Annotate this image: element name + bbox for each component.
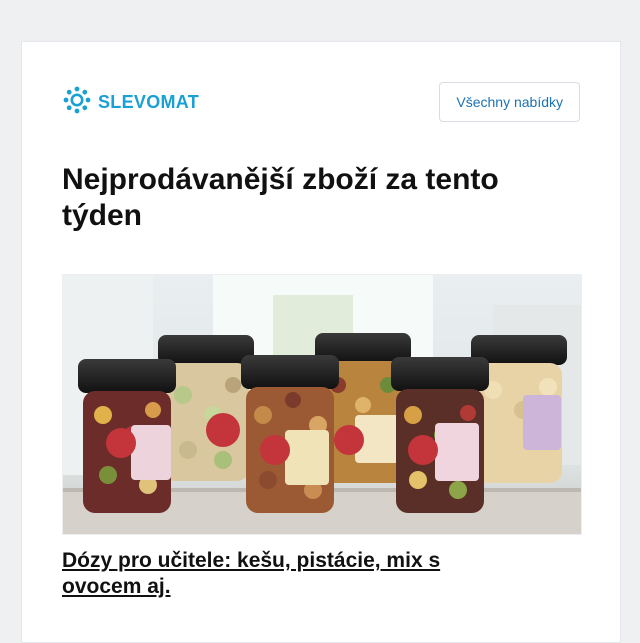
page-title: Nejprodávanější zboží za tento týden [62, 163, 499, 232]
product-image[interactable] [62, 274, 582, 535]
product-title-link[interactable]: Dózy pro učitele: kešu, pistácie, mix s … [62, 548, 522, 600]
all-offers-button[interactable]: Všechny nabídky [439, 82, 580, 122]
nut-jars-photo [63, 275, 581, 534]
email-card: SLEVOMAT Všechny nabídky Nejprodávanější… [21, 41, 621, 643]
gear-icon [62, 85, 92, 120]
slevomat-logo[interactable]: SLEVOMAT [62, 85, 200, 120]
email-header: SLEVOMAT Všechny nabídky [62, 82, 580, 122]
brand-name: SLEVOMAT [98, 91, 200, 112]
